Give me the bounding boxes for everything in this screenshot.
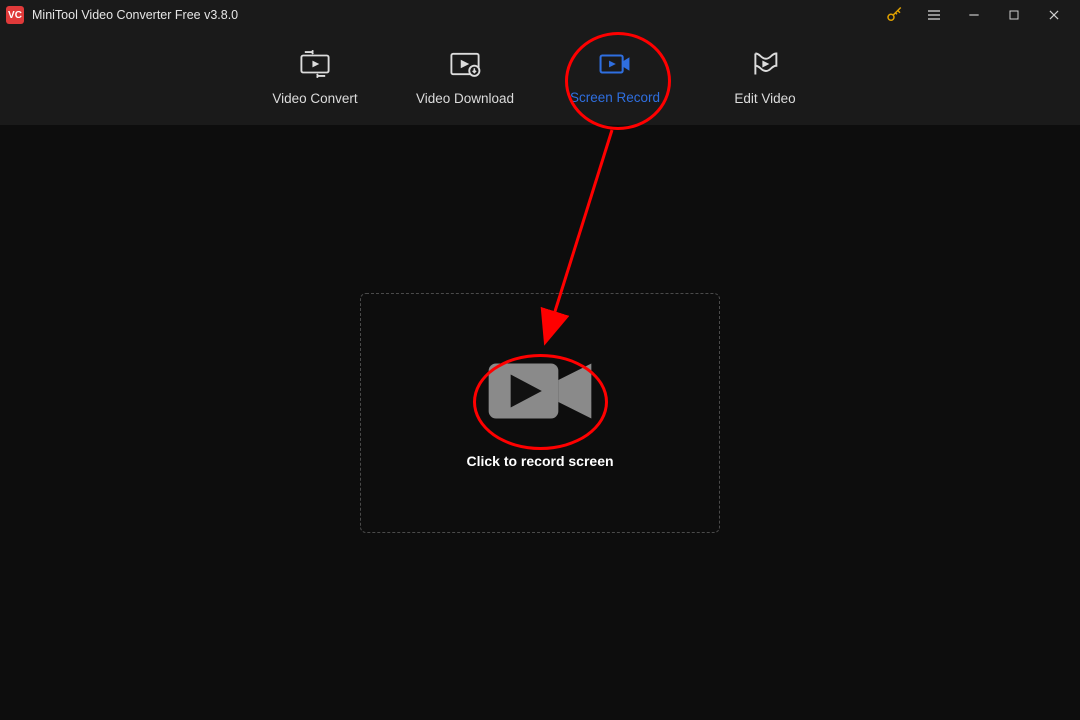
hamburger-menu-icon[interactable] [914, 0, 954, 30]
edit-icon [750, 50, 780, 78]
app-title: MiniTool Video Converter Free v3.8.0 [32, 8, 238, 22]
title-bar: VC MiniTool Video Converter Free v3.8.0 [0, 0, 1080, 30]
main-tabs: Video Convert Video Download [0, 30, 1080, 125]
tab-screen-record[interactable]: Screen Record [540, 30, 690, 125]
record-icon [598, 51, 632, 77]
tab-edit-video[interactable]: Edit Video [690, 30, 840, 125]
maximize-button[interactable] [994, 0, 1034, 30]
upgrade-key-icon[interactable] [874, 0, 914, 30]
tab-label: Video Convert [272, 92, 357, 106]
record-dropzone[interactable]: Click to record screen [360, 293, 720, 533]
camera-play-icon [485, 356, 595, 431]
close-button[interactable] [1034, 0, 1074, 30]
download-icon [448, 50, 482, 78]
convert-icon [298, 50, 332, 78]
window-controls [874, 0, 1074, 30]
minimize-button[interactable] [954, 0, 994, 30]
tab-label: Edit Video [734, 92, 795, 106]
content-area: Click to record screen [0, 125, 1080, 720]
record-cta-label: Click to record screen [466, 453, 613, 469]
tab-video-convert[interactable]: Video Convert [240, 30, 390, 125]
tab-label: Video Download [416, 92, 514, 106]
tab-label: Screen Record [570, 91, 660, 105]
app-logo-icon: VC [6, 6, 24, 24]
app-window: VC MiniTool Video Converter Free v3.8.0 [0, 0, 1080, 720]
tab-video-download[interactable]: Video Download [390, 30, 540, 125]
app-logo-text: VC [8, 10, 22, 21]
